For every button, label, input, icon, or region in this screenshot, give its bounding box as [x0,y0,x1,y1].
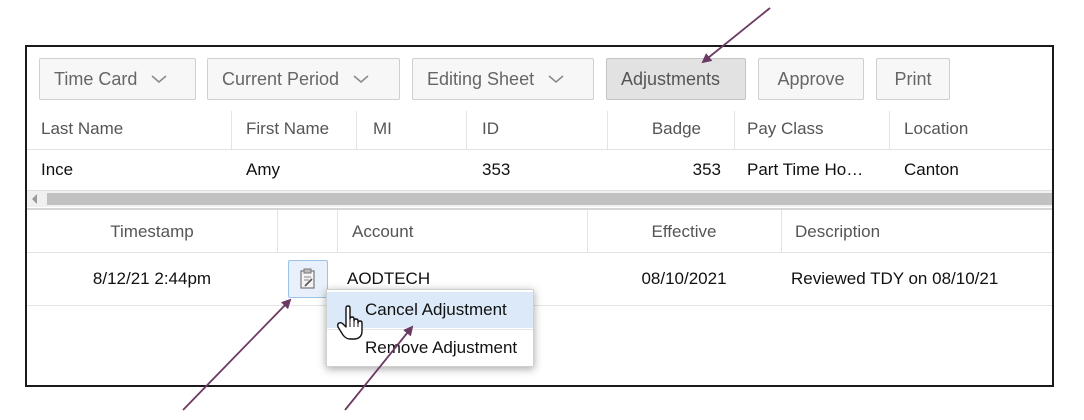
arrow-to-cancel-item [344,325,414,411]
arrow-to-note-button [182,298,292,411]
annotation-arrows [182,7,771,411]
arrow-to-adjustments [701,7,771,64]
